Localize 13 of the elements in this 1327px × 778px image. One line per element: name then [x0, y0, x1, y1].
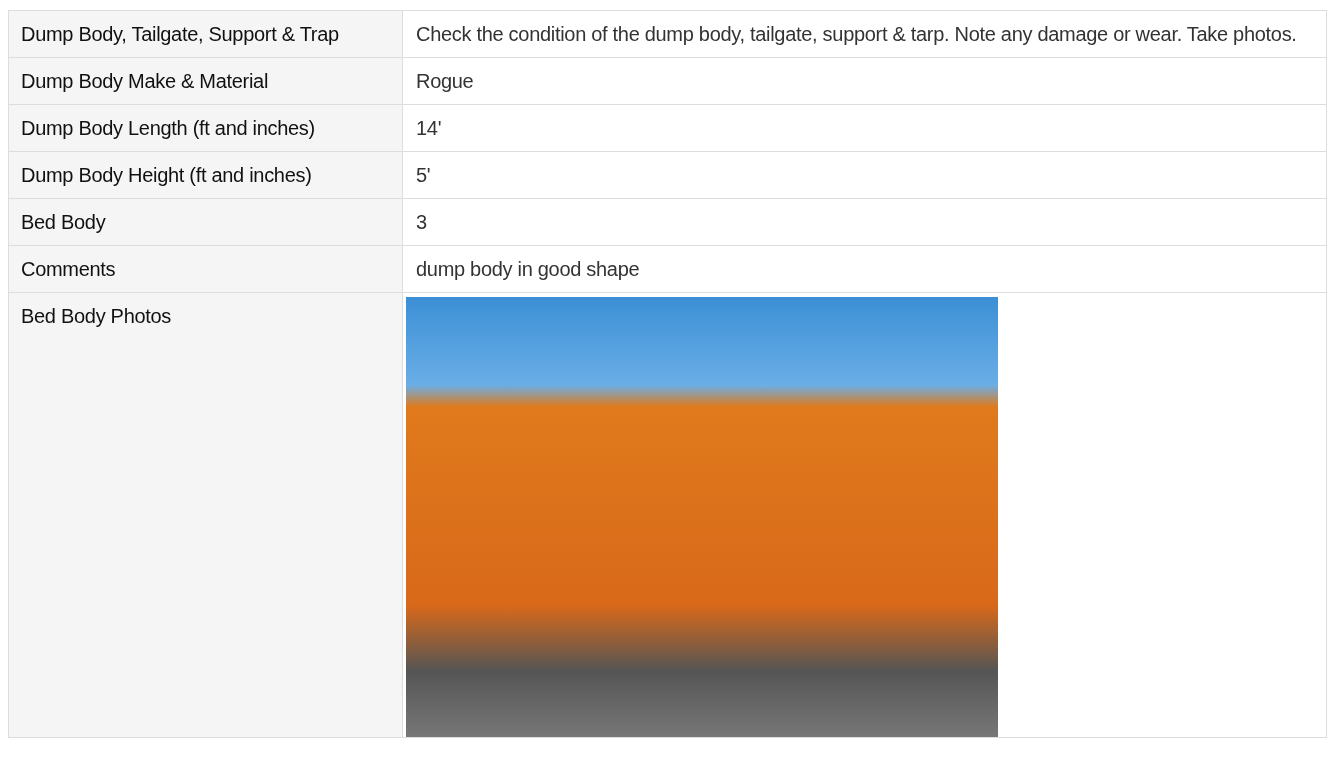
row-value: 5' — [403, 152, 1327, 199]
row-label: Comments — [9, 246, 403, 293]
row-value: Rogue — [403, 58, 1327, 105]
row-label: Dump Body Length (ft and inches) — [9, 105, 403, 152]
row-label: Bed Body Photos — [9, 293, 403, 738]
row-label: Dump Body Make & Material — [9, 58, 403, 105]
row-value: dump body in good shape — [403, 246, 1327, 293]
row-label: Dump Body, Tailgate, Support & Trap — [9, 11, 403, 58]
row-value: 14' — [403, 105, 1327, 152]
row-label: Dump Body Height (ft and inches) — [9, 152, 403, 199]
row-value: 3 — [403, 199, 1327, 246]
row-value: Check the condition of the dump body, tailgate, support & tarp. Note any damage or wear. Take photos. — [403, 11, 1327, 58]
row-label: Bed Body — [9, 199, 403, 246]
